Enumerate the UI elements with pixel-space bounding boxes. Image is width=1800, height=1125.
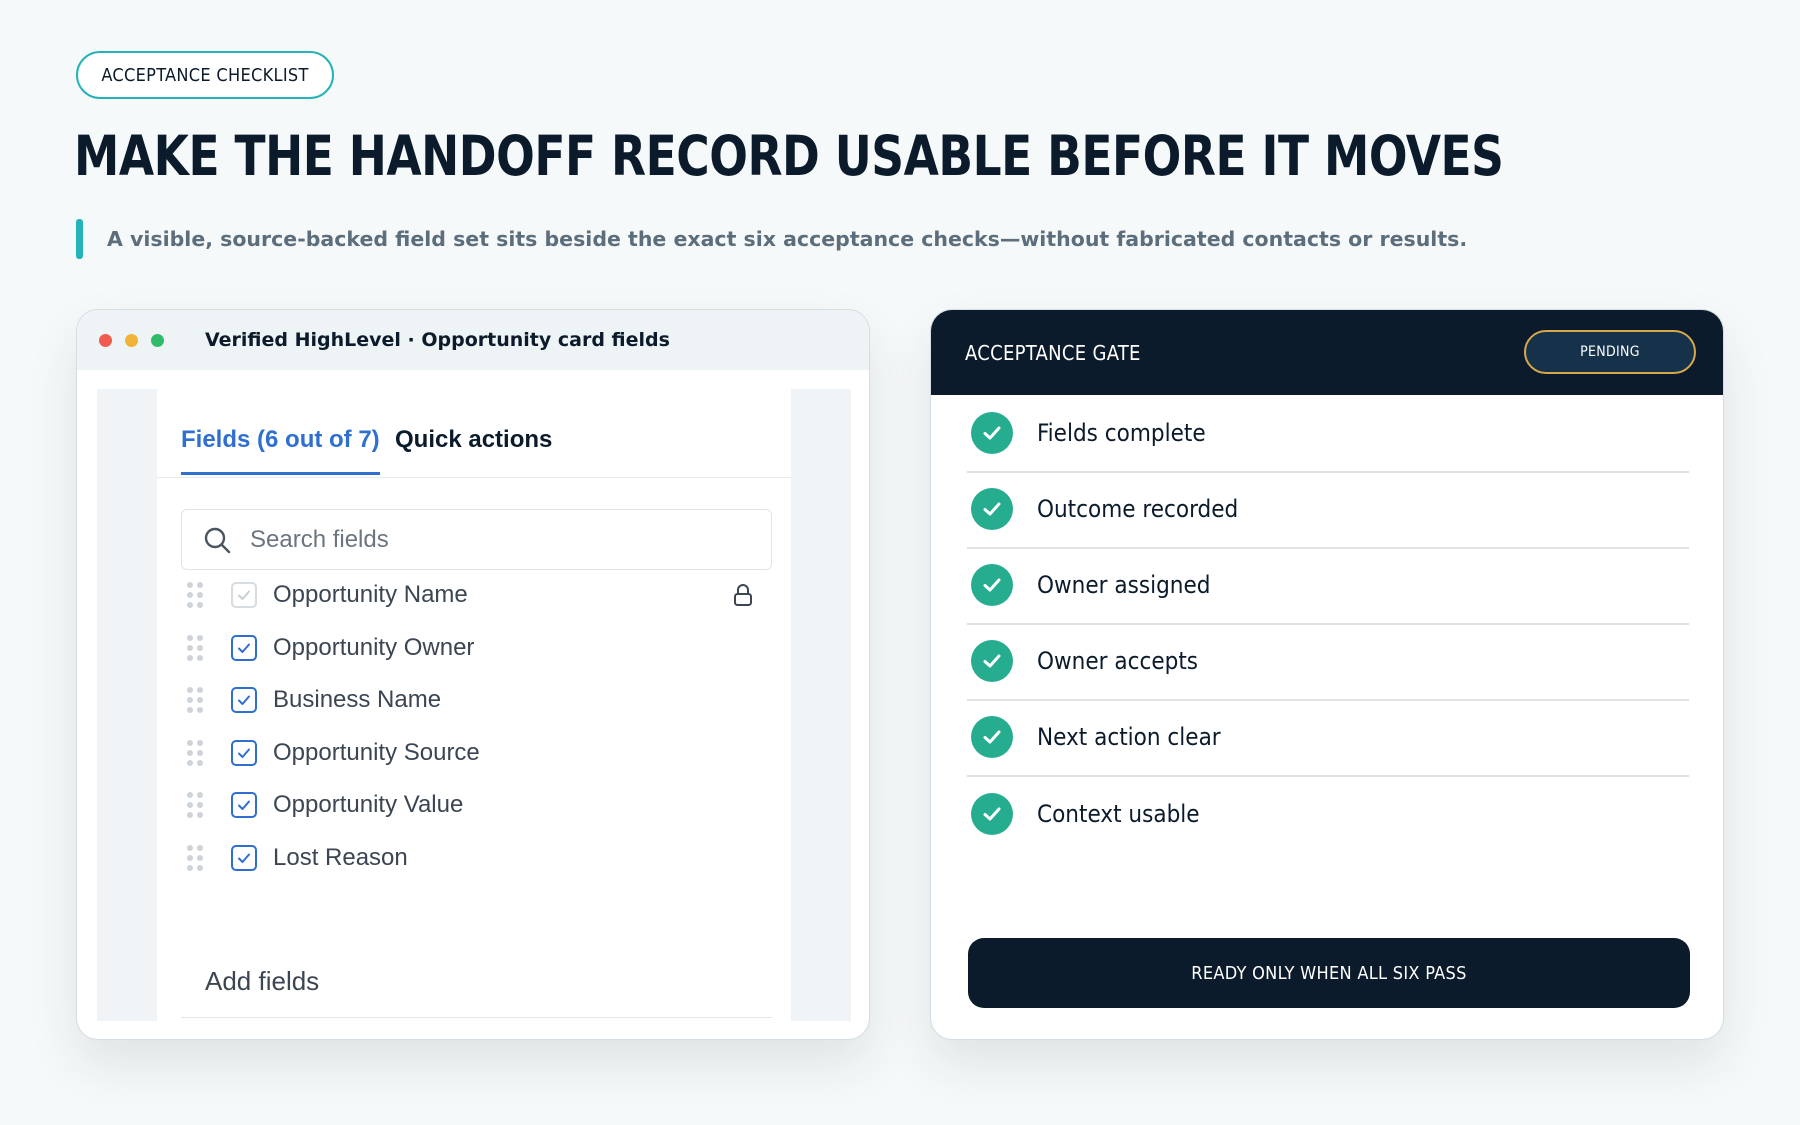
subtitle-text: A visible, source-backed field set sits … xyxy=(107,227,1468,251)
check-label: Outcome recorded xyxy=(1037,495,1239,523)
field-label: Lost Reason xyxy=(273,844,408,871)
check-row: Context usable xyxy=(967,775,1689,853)
maximize-window-dot[interactable] xyxy=(151,333,164,347)
close-window-dot[interactable] xyxy=(99,333,112,347)
field-label: Opportunity Source xyxy=(273,739,480,766)
check-row: Outcome recorded xyxy=(967,471,1689,549)
check-circle-icon xyxy=(971,716,1013,758)
checkmark-icon xyxy=(238,748,250,758)
check-row: Fields complete xyxy=(967,395,1689,473)
check-row: Owner assigned xyxy=(967,547,1689,625)
field-checkbox[interactable] xyxy=(231,740,257,766)
field-row: Opportunity Source xyxy=(181,731,772,775)
checkmark-icon xyxy=(238,590,250,600)
drag-handle-icon[interactable] xyxy=(187,792,203,818)
eyebrow-pill: ACCEPTANCE CHECKLIST xyxy=(76,51,334,99)
check-row: Owner accepts xyxy=(967,623,1689,701)
check-row: Next action clear xyxy=(967,699,1689,777)
minimize-window-dot[interactable] xyxy=(125,333,138,347)
acceptance-gate-card: ACCEPTANCE GATE PENDING Fields complete O… xyxy=(930,309,1724,1040)
window-title: Verified HighLevel · Opportunity card fi… xyxy=(205,329,670,351)
tab-fields[interactable]: Fields (6 out of 7) xyxy=(181,426,380,475)
field-row: Lost Reason xyxy=(181,836,772,880)
accent-bar xyxy=(76,219,83,259)
ready-button[interactable]: READY ONLY WHEN ALL SIX PASS xyxy=(968,938,1690,1008)
check-label: Context usable xyxy=(1037,800,1200,828)
drag-handle-icon[interactable] xyxy=(187,740,203,766)
fields-window: Verified HighLevel · Opportunity card fi… xyxy=(76,309,870,1040)
field-label: Opportunity Name xyxy=(273,581,468,608)
checkmark-icon xyxy=(238,853,250,863)
search-box[interactable] xyxy=(181,509,772,570)
lock-icon xyxy=(732,583,754,607)
drag-handle-icon[interactable] xyxy=(187,687,203,713)
gate-title: ACCEPTANCE GATE xyxy=(965,340,1141,365)
status-badge: PENDING xyxy=(1524,330,1696,374)
search-icon xyxy=(204,527,231,553)
field-label: Opportunity Value xyxy=(273,791,464,818)
check-circle-icon xyxy=(971,412,1013,454)
field-checkbox[interactable] xyxy=(231,845,257,871)
field-label: Opportunity Owner xyxy=(273,634,475,661)
tab-bar: Fields (6 out of 7) Quick actions xyxy=(157,389,791,478)
field-label: Business Name xyxy=(273,686,442,713)
checkmark-icon xyxy=(238,800,250,810)
fields-panel-backdrop: Fields (6 out of 7) Quick actions Opport… xyxy=(97,389,851,1021)
field-row: Opportunity Value xyxy=(181,783,772,827)
search-input[interactable] xyxy=(250,525,730,554)
check-circle-icon xyxy=(971,793,1013,835)
checkmark-icon xyxy=(238,695,250,705)
window-titlebar: Verified HighLevel · Opportunity card fi… xyxy=(77,310,869,370)
checkmark-icon xyxy=(238,643,250,653)
check-label: Owner accepts xyxy=(1037,647,1199,675)
field-checkbox[interactable] xyxy=(231,792,257,818)
field-checkbox[interactable] xyxy=(231,687,257,713)
drag-handle-icon[interactable] xyxy=(187,845,203,871)
check-circle-icon xyxy=(971,564,1013,606)
check-circle-icon xyxy=(971,640,1013,682)
gate-header: ACCEPTANCE GATE PENDING xyxy=(931,310,1723,395)
subtitle: A visible, source-backed field set sits … xyxy=(76,219,1467,259)
tab-quick-actions[interactable]: Quick actions xyxy=(395,426,552,454)
check-label: Next action clear xyxy=(1037,723,1221,751)
field-checkbox[interactable] xyxy=(231,635,257,661)
add-fields-button[interactable]: Add fields xyxy=(181,966,772,1018)
field-row: Opportunity Owner xyxy=(181,626,772,670)
check-label: Fields complete xyxy=(1037,419,1206,447)
fields-panel: Fields (6 out of 7) Quick actions Opport… xyxy=(157,389,791,1021)
field-checkbox-locked xyxy=(231,582,257,608)
drag-handle-icon[interactable] xyxy=(187,635,203,661)
check-label: Owner assigned xyxy=(1037,571,1211,599)
field-row: Business Name xyxy=(181,678,772,722)
page-title: MAKE THE HANDOFF RECORD USABLE BEFORE IT… xyxy=(74,124,1504,188)
field-row: Opportunity Name xyxy=(181,573,772,617)
check-circle-icon xyxy=(971,488,1013,530)
drag-handle-icon[interactable] xyxy=(187,582,203,608)
